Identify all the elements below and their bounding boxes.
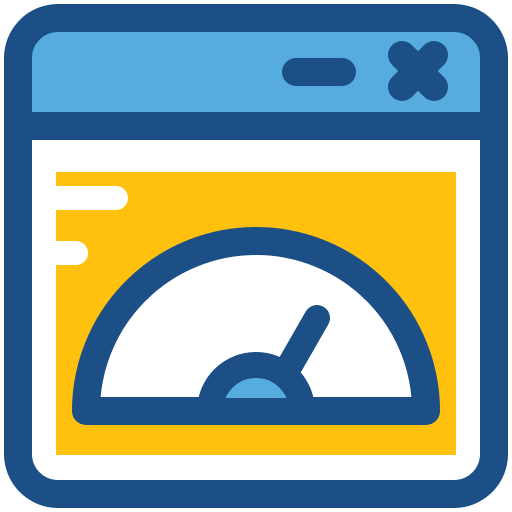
browser-speedometer-illustration (0, 0, 512, 512)
close-icon[interactable] (388, 41, 448, 101)
browser-window-speedometer-icon (4, 4, 508, 508)
